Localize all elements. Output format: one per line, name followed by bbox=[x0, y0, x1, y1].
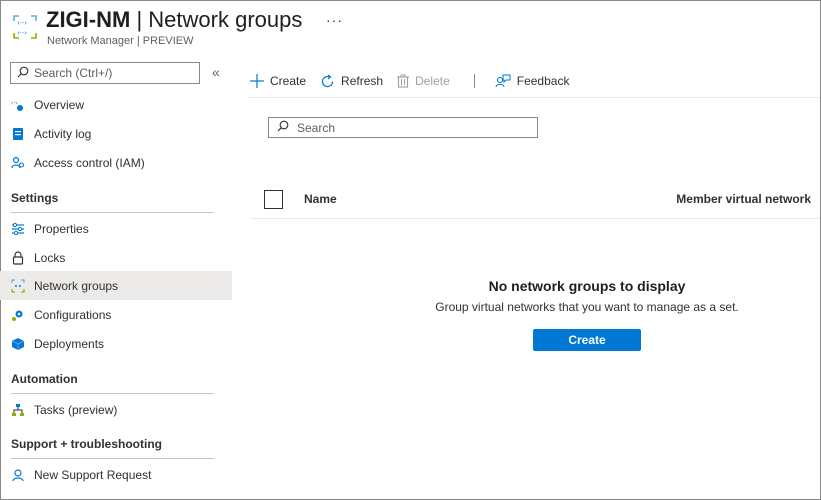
svg-text:‹·›: ‹·› bbox=[11, 100, 18, 107]
network-groups-icon bbox=[11, 278, 25, 293]
menu-search-input[interactable]: Search (Ctrl+/) bbox=[10, 62, 200, 84]
section-support: Support + troubleshooting bbox=[11, 437, 214, 459]
properties-icon bbox=[11, 222, 25, 236]
sidebar-item-label: Locks bbox=[34, 250, 66, 265]
lock-icon bbox=[11, 250, 25, 265]
command-bar: Create Refresh Delete Feedback bbox=[250, 68, 583, 94]
sidebar-item-new-support-request[interactable]: New Support Request bbox=[0, 460, 232, 489]
sidebar-item-tasks[interactable]: Tasks (preview) bbox=[0, 395, 232, 424]
feedback-label: Feedback bbox=[516, 74, 570, 88]
empty-state-description: Group virtual networks that you want to … bbox=[435, 300, 739, 314]
more-actions-button[interactable]: ··· bbox=[326, 12, 343, 28]
resource-name: ZIGI-NM bbox=[46, 7, 131, 32]
empty-state-title: No network groups to display bbox=[488, 278, 686, 294]
column-header-member-virtual-network[interactable]: Member virtual network bbox=[676, 192, 811, 206]
column-header-name[interactable]: Name bbox=[304, 192, 337, 206]
section-automation: Automation bbox=[11, 372, 214, 394]
collapse-menu-button[interactable]: « bbox=[212, 64, 220, 80]
resource-menu: Search (Ctrl+/) « ‹·› Overview Activity … bbox=[0, 58, 232, 498]
trash-icon bbox=[397, 74, 410, 88]
sidebar-item-configurations[interactable]: Configurations bbox=[0, 300, 232, 329]
support-icon bbox=[11, 468, 25, 482]
empty-state: No network groups to display Group virtu… bbox=[386, 278, 788, 314]
page-subtitle: Network Manager | PREVIEW bbox=[47, 35, 194, 47]
menu-search-placeholder: Search (Ctrl+/) bbox=[34, 66, 113, 80]
sidebar-item-properties[interactable]: Properties bbox=[0, 214, 232, 243]
sidebar-item-label: Deployments bbox=[34, 336, 105, 351]
svg-text:‹··›: ‹··› bbox=[17, 19, 27, 27]
search-icon bbox=[277, 120, 289, 135]
filter-search-input[interactable]: Search bbox=[268, 117, 538, 138]
feedback-button[interactable]: Feedback bbox=[495, 74, 570, 88]
tasks-icon bbox=[11, 403, 25, 417]
refresh-button[interactable]: Refresh bbox=[320, 74, 383, 89]
sidebar-item-label: Activity log bbox=[34, 126, 92, 141]
create-label: Create bbox=[270, 74, 307, 88]
sidebar-item-locks[interactable]: Locks bbox=[0, 243, 232, 272]
network-manager-logo-icon: ‹··› ‹··› bbox=[12, 14, 38, 40]
delete-button[interactable]: Delete bbox=[397, 74, 450, 88]
select-all-checkbox[interactable] bbox=[264, 190, 283, 209]
sidebar-item-network-groups[interactable]: Network groups bbox=[0, 271, 232, 300]
sidebar-item-deployments[interactable]: Deployments bbox=[0, 329, 232, 358]
command-bar-divider bbox=[248, 97, 820, 98]
feedback-icon bbox=[495, 74, 511, 88]
create-button[interactable]: Create bbox=[250, 74, 306, 88]
deployments-icon bbox=[11, 337, 25, 351]
access-control-icon bbox=[11, 156, 25, 170]
page-title: ZIGI-NM | Network groups bbox=[46, 7, 302, 33]
page-header: ‹··› ‹··› ZIGI-NM | Network groups Netwo… bbox=[10, 6, 410, 50]
sidebar-item-label: Overview bbox=[34, 97, 85, 112]
delete-label: Delete bbox=[415, 74, 450, 88]
overview-icon: ‹·› bbox=[11, 98, 25, 112]
search-icon bbox=[17, 66, 29, 81]
title-separator: | bbox=[130, 7, 149, 32]
sidebar-item-label: Configurations bbox=[34, 307, 112, 322]
refresh-label: Refresh bbox=[341, 74, 384, 88]
sidebar-item-label: Access control (IAM) bbox=[34, 155, 145, 170]
section-settings: Settings bbox=[11, 191, 214, 213]
grid-header: Name Member virtual network bbox=[250, 186, 820, 219]
refresh-icon bbox=[320, 74, 335, 89]
filter-search-placeholder: Search bbox=[297, 120, 336, 135]
sidebar-item-access-control[interactable]: Access control (IAM) bbox=[0, 148, 232, 177]
sidebar-item-label: Network groups bbox=[34, 278, 119, 293]
configurations-icon bbox=[11, 308, 25, 322]
toolbar-divider bbox=[473, 74, 475, 88]
sidebar-item-overview[interactable]: ‹·› Overview bbox=[0, 90, 232, 119]
sidebar-item-label: Tasks (preview) bbox=[34, 402, 118, 417]
empty-state-create-button[interactable]: Create bbox=[533, 329, 641, 351]
activity-log-icon bbox=[11, 127, 25, 141]
svg-text:‹··›: ‹··› bbox=[17, 29, 27, 37]
sidebar-item-label: Properties bbox=[34, 221, 89, 236]
page-name: Network groups bbox=[148, 7, 303, 32]
sidebar-item-label: New Support Request bbox=[34, 467, 152, 482]
plus-icon bbox=[250, 74, 264, 88]
sidebar-item-activity-log[interactable]: Activity log bbox=[0, 119, 232, 148]
